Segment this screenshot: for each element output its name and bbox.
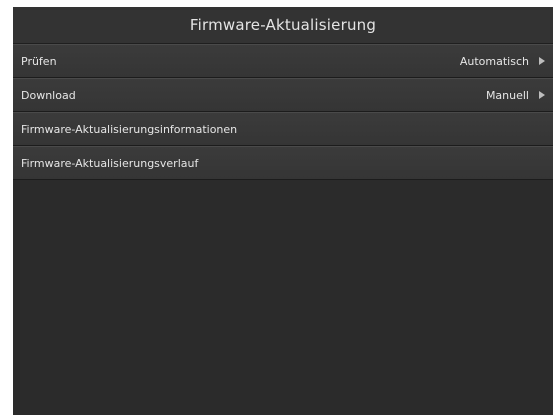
screen-title-bar: Firmware-Aktualisierung: [13, 7, 553, 44]
firmware-update-screen: Firmware-Aktualisierung Prüfen Automatis…: [13, 7, 553, 415]
empty-content-area: [13, 180, 553, 415]
menu-item-value: Manuell: [485, 88, 529, 102]
menu-item-value: Automatisch: [459, 54, 529, 68]
menu-item-pruefen[interactable]: Prüfen Automatisch: [13, 44, 553, 78]
menu-item-label: Firmware-Aktualisierungsverlauf: [21, 156, 199, 170]
menu-item-label: Firmware-Aktualisierungsinformationen: [21, 122, 238, 136]
menu-item-label: Download: [21, 88, 76, 102]
menu-item-download[interactable]: Download Manuell: [13, 78, 553, 112]
menu-item-update-info[interactable]: Firmware-Aktualisierungsinformationen: [13, 112, 553, 146]
chevron-right-icon: [539, 57, 545, 65]
chevron-right-icon: [539, 91, 545, 99]
screen-title: Firmware-Aktualisierung: [189, 16, 377, 34]
menu-list: Prüfen Automatisch Download Manuell Firm…: [13, 44, 553, 180]
menu-item-label: Prüfen: [21, 54, 57, 68]
menu-item-update-history[interactable]: Firmware-Aktualisierungsverlauf: [13, 146, 553, 180]
